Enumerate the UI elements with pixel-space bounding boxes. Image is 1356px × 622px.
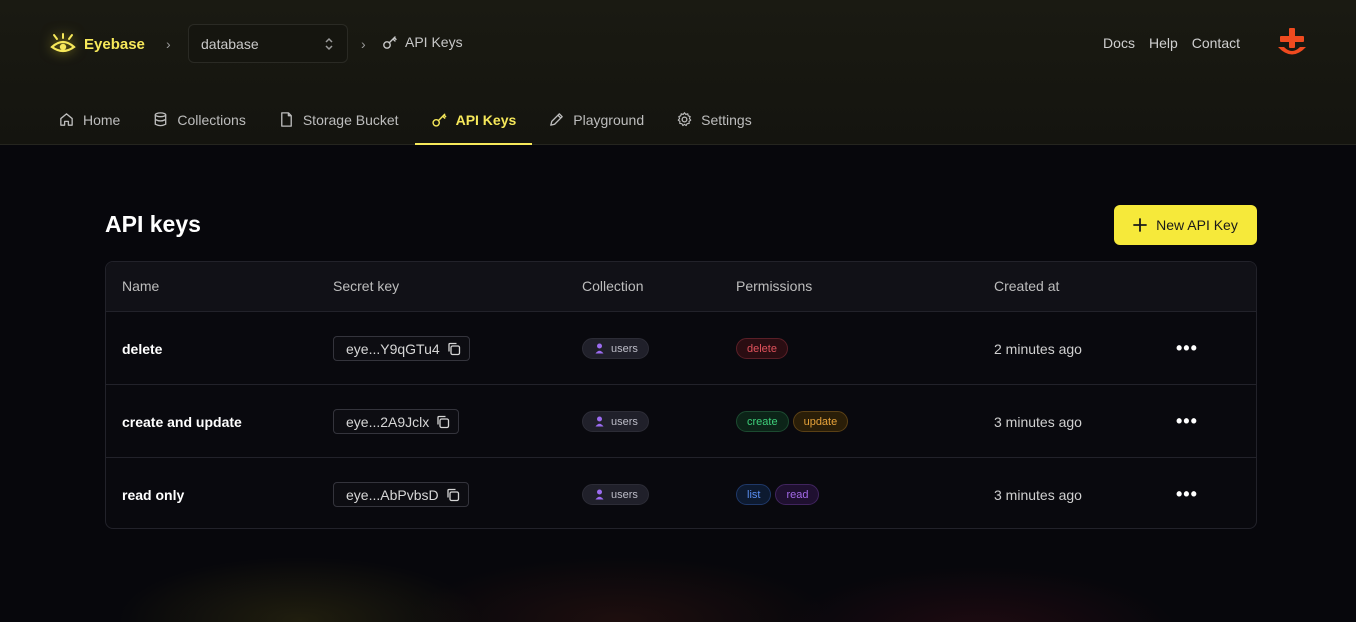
table-header: Name Secret key Collection Permissions C… — [106, 262, 1256, 312]
tab-settings[interactable]: Settings — [660, 94, 768, 145]
top-links: Docs Help Contact — [1103, 35, 1240, 51]
permission-badge-list: list — [736, 484, 772, 505]
column-header-permissions: Permissions — [736, 278, 813, 294]
breadcrumb-current-label: API Keys — [405, 34, 463, 50]
tab-playground[interactable]: Playground — [532, 94, 660, 145]
column-header-collection: Collection — [582, 278, 644, 294]
copy-icon[interactable] — [446, 488, 460, 502]
avatar[interactable] — [1275, 27, 1309, 61]
key-icon — [383, 36, 397, 49]
key-name: delete — [122, 340, 163, 357]
copy-icon[interactable] — [447, 342, 461, 356]
column-header-created-at: Created at — [994, 278, 1060, 294]
user-icon — [595, 416, 604, 427]
more-options-icon[interactable]: ••• — [1176, 484, 1198, 505]
created-at: 2 minutes ago — [994, 340, 1082, 357]
collection-name: users — [611, 488, 638, 501]
tab-collections-label: Collections — [177, 111, 246, 128]
secret-key-value: eye...AbPvbsD — [346, 486, 439, 503]
tab-collections[interactable]: Collections — [136, 94, 261, 145]
tab-settings-label: Settings — [701, 111, 752, 128]
column-header-secret-key: Secret key — [333, 278, 400, 294]
permission-badge-read: read — [775, 484, 820, 505]
eye-logo-icon — [50, 33, 76, 53]
pencil-icon — [550, 113, 564, 126]
permission-badge-delete: delete — [736, 338, 788, 359]
tab-api-keys[interactable]: API Keys — [414, 94, 533, 145]
more-options-icon[interactable]: ••• — [1176, 338, 1198, 359]
created-at: 3 minutes ago — [994, 486, 1082, 503]
chevron-up-down-icon — [325, 37, 333, 50]
chevron-right-icon: › — [361, 36, 366, 52]
collection-badge: users — [582, 484, 649, 505]
secret-key-value: eye...Y9qGTu4 — [346, 340, 440, 357]
collection-name: users — [611, 342, 638, 355]
contact-link[interactable]: Contact — [1192, 35, 1240, 51]
docs-link[interactable]: Docs — [1103, 35, 1135, 51]
table-row[interactable]: create and update eye...2A9Jclx users cr… — [106, 385, 1256, 458]
key-name: create and update — [122, 413, 242, 430]
permission-badge-update: update — [792, 411, 849, 432]
brand-name: Eyebase — [84, 35, 145, 53]
secret-key-chip[interactable]: eye...2A9Jclx — [333, 409, 460, 434]
tab-home[interactable]: Home — [42, 94, 136, 145]
user-icon — [595, 489, 604, 500]
key-icon — [431, 113, 446, 127]
home-icon — [60, 113, 73, 126]
api-keys-table: Name Secret key Collection Permissions C… — [105, 261, 1257, 529]
plus-icon — [1133, 218, 1148, 232]
secret-key-value: eye...2A9Jclx — [346, 413, 430, 430]
tab-storage-bucket-label: Storage Bucket — [302, 111, 399, 128]
created-at: 3 minutes ago — [994, 413, 1082, 430]
tab-home-label: Home — [83, 111, 121, 128]
permission-badge-create: create — [736, 411, 789, 432]
key-name: read only — [122, 486, 185, 503]
copy-icon[interactable] — [436, 415, 450, 429]
breadcrumb-current[interactable]: API Keys — [382, 34, 463, 50]
brand[interactable]: Eyebase — [50, 28, 145, 60]
more-options-icon[interactable]: ••• — [1176, 411, 1198, 432]
collection-badge: users — [582, 411, 649, 432]
table-row[interactable]: read only eye...AbPvbsD users list read … — [106, 458, 1256, 528]
chevron-right-icon: › — [166, 36, 171, 52]
secret-key-chip[interactable]: eye...AbPvbsD — [333, 482, 469, 507]
file-icon — [280, 112, 292, 127]
user-icon — [595, 343, 604, 354]
tab-playground-label: Playground — [573, 111, 645, 128]
tab-api-keys-label: API Keys — [455, 111, 517, 128]
page-title: API keys — [105, 211, 201, 237]
database-select-value: database — [201, 35, 259, 52]
top-header: Eyebase › database › API Keys Docs Help … — [0, 0, 1356, 145]
new-api-key-button[interactable]: New API Key — [1114, 205, 1257, 245]
tab-storage-bucket[interactable]: Storage Bucket — [262, 94, 415, 145]
secret-key-chip[interactable]: eye...Y9qGTu4 — [333, 336, 470, 361]
table-row[interactable]: delete eye...Y9qGTu4 users delete 2 minu… — [106, 312, 1256, 385]
database-select[interactable]: database — [188, 24, 348, 63]
new-api-key-label: New API Key — [1156, 217, 1238, 233]
column-header-name: Name — [122, 278, 160, 294]
help-link[interactable]: Help — [1149, 35, 1178, 51]
database-icon — [155, 112, 167, 127]
nav-tabs: Home Collections Storage Bucket API Keys — [42, 94, 768, 145]
collection-badge: users — [582, 338, 649, 359]
gear-icon — [677, 112, 692, 127]
collection-name: users — [611, 415, 638, 428]
